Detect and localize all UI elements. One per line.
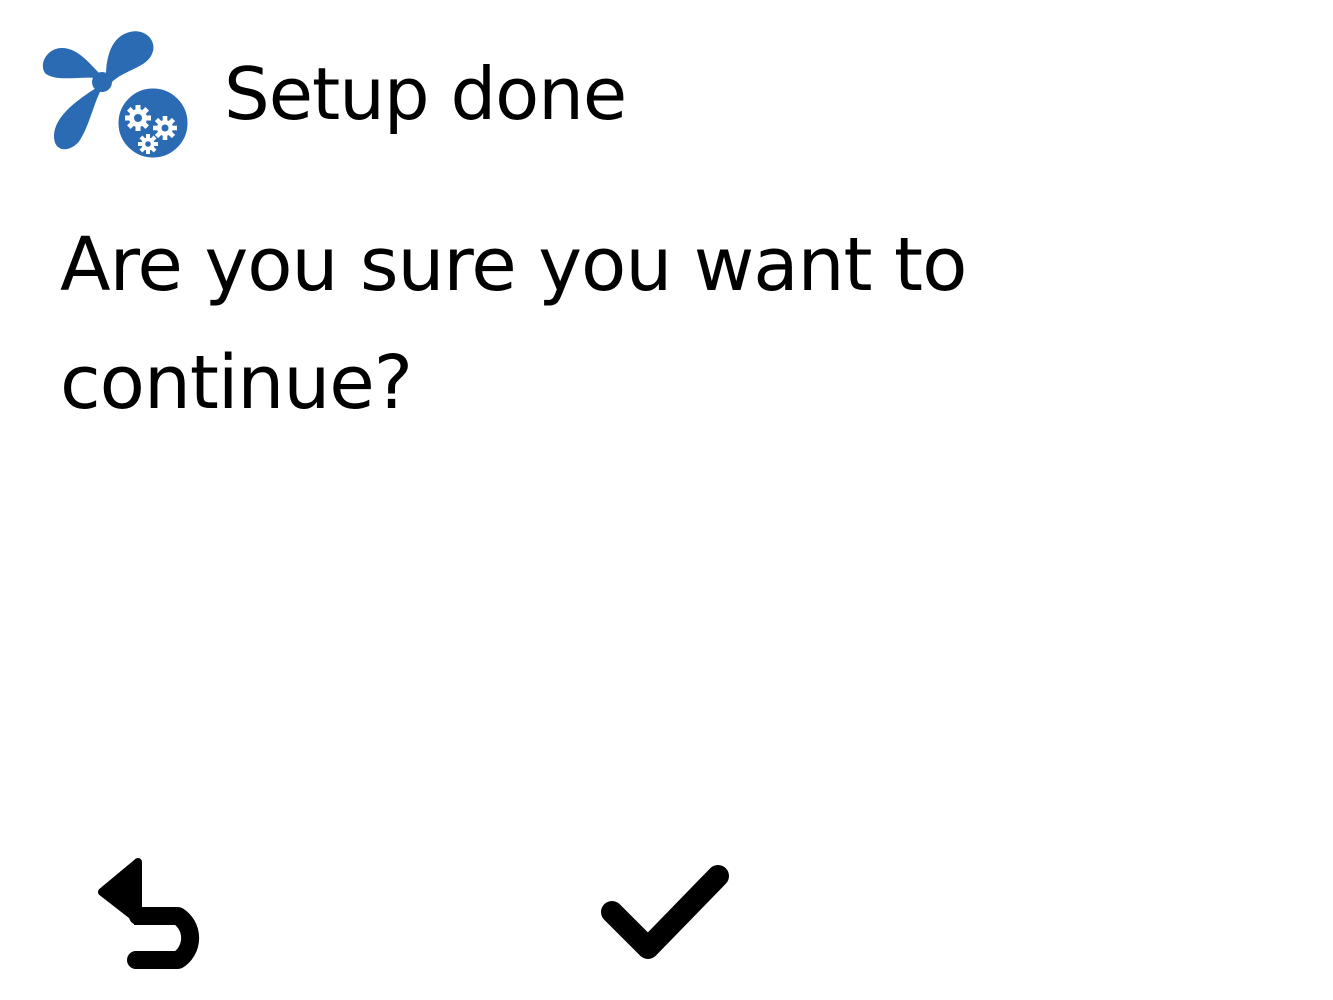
back-button[interactable] (96, 856, 240, 974)
confirm-button[interactable] (596, 860, 734, 966)
header: Setup done (40, 24, 627, 164)
fan-gears-icon (42, 31, 192, 162)
page-title: Setup done (224, 52, 627, 136)
back-arrow-icon (98, 858, 200, 969)
confirmation-message: Are you sure you want to continue? (60, 222, 967, 426)
checkmark-icon (601, 865, 729, 959)
